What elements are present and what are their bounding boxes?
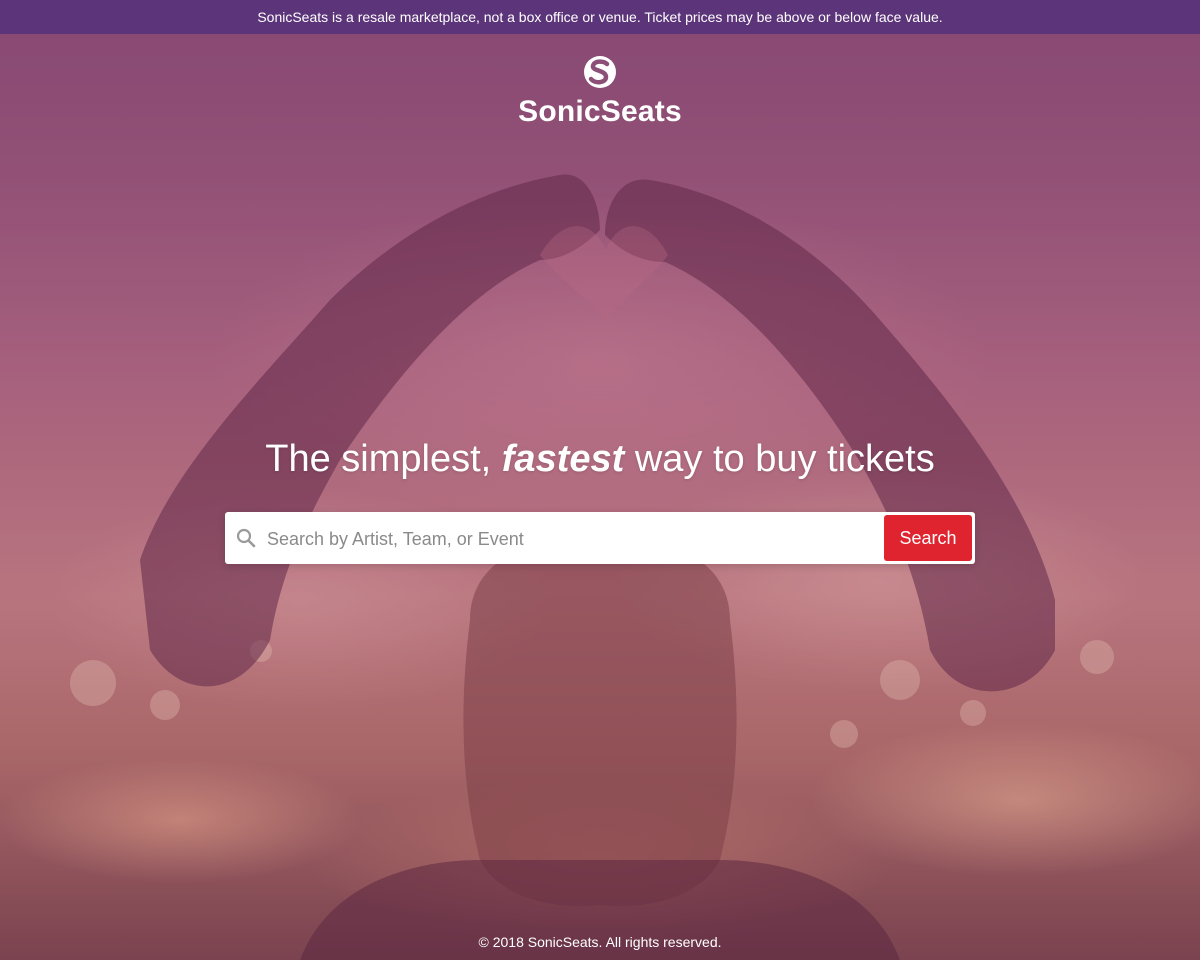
hero-heading-emphasis: fastest xyxy=(501,438,625,480)
hero-heading-end: way to buy tickets xyxy=(624,438,935,480)
sonicseats-logo-icon[interactable] xyxy=(582,56,618,88)
brand-name[interactable]: SonicSeats xyxy=(0,95,1200,129)
resale-notice-bar: SonicSeats is a resale marketplace, not … xyxy=(0,0,1200,34)
search-bar: Search xyxy=(225,512,975,564)
hero-heading-start: The simplest, xyxy=(265,438,502,480)
landing-page: SonicSeats is a resale marketplace, not … xyxy=(0,0,1200,960)
footer-copyright: © 2018 SonicSeats. All rights reserved. xyxy=(478,934,722,950)
resale-notice-text: SonicSeats is a resale marketplace, not … xyxy=(257,9,943,25)
hero-heading: The simplest, fastest way to buy tickets xyxy=(0,438,1200,481)
search-button[interactable]: Search xyxy=(884,515,972,561)
brand-header[interactable]: SonicSeats xyxy=(0,56,1200,129)
search-input[interactable] xyxy=(265,520,879,558)
search-icon xyxy=(236,528,256,548)
